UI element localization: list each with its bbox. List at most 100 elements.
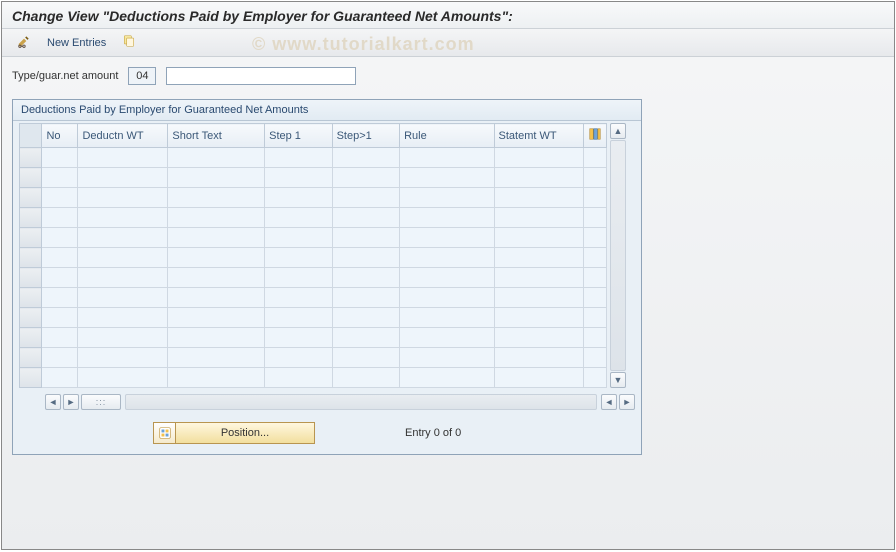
table-row[interactable] [20,168,607,188]
cell[interactable] [584,248,607,268]
scroll-right-button-1[interactable]: ► [63,394,79,410]
row-selector[interactable] [20,168,42,188]
table-row[interactable] [20,348,607,368]
row-selector[interactable] [20,348,42,368]
row-selector[interactable] [20,248,42,268]
cell[interactable] [332,348,399,368]
cell[interactable] [42,348,78,368]
table-row[interactable] [20,368,607,388]
table-row[interactable] [20,288,607,308]
cell[interactable] [168,228,265,248]
toggle-edit-button[interactable] [12,31,36,54]
row-selector[interactable] [20,308,42,328]
deductions-table[interactable]: No Deductn WT Short Text Step 1 Step>1 R… [19,123,607,388]
table-row[interactable] [20,248,607,268]
cell[interactable] [78,188,168,208]
col-no[interactable]: No [42,124,78,148]
cell[interactable] [332,168,399,188]
cell[interactable] [42,368,78,388]
col-config-button[interactable] [584,124,607,148]
cell[interactable] [494,368,584,388]
cell[interactable] [400,148,494,168]
scroll-track-vertical[interactable] [610,140,626,371]
table-row[interactable] [20,208,607,228]
cell[interactable] [78,328,168,348]
position-button[interactable]: Position... [175,422,315,444]
row-selector[interactable] [20,268,42,288]
cell[interactable] [494,268,584,288]
scroll-left-button-2[interactable]: ◄ [601,394,617,410]
cell[interactable] [42,248,78,268]
cell[interactable] [494,208,584,228]
cell[interactable] [168,148,265,168]
cell[interactable] [265,368,332,388]
cell[interactable] [584,308,607,328]
cell[interactable] [265,268,332,288]
scroll-thumb-horizontal[interactable]: ::: [81,394,121,410]
row-selector[interactable] [20,208,42,228]
row-selector[interactable] [20,368,42,388]
cell[interactable] [78,288,168,308]
cell[interactable] [494,188,584,208]
cell[interactable] [332,288,399,308]
cell[interactable] [584,288,607,308]
row-selector[interactable] [20,228,42,248]
col-select-all[interactable] [20,124,42,148]
scroll-left-button[interactable]: ◄ [45,394,61,410]
new-entries-button[interactable]: New Entries [42,34,111,52]
cell[interactable] [78,308,168,328]
cell[interactable] [168,248,265,268]
cell[interactable] [584,348,607,368]
table-row[interactable] [20,268,607,288]
col-statemt-wt[interactable]: Statemt WT [494,124,584,148]
copy-button[interactable] [117,31,141,54]
cell[interactable] [332,268,399,288]
cell[interactable] [494,168,584,188]
cell[interactable] [400,348,494,368]
cell[interactable] [42,328,78,348]
cell[interactable] [494,148,584,168]
cell[interactable] [400,208,494,228]
cell[interactable] [584,268,607,288]
cell[interactable] [168,208,265,228]
row-selector[interactable] [20,288,42,308]
col-step-gt1[interactable]: Step>1 [332,124,399,148]
cell[interactable] [265,208,332,228]
cell[interactable] [400,268,494,288]
cell[interactable] [265,328,332,348]
cell[interactable] [494,288,584,308]
cell[interactable] [584,148,607,168]
cell[interactable] [78,248,168,268]
cell[interactable] [584,208,607,228]
cell[interactable] [400,288,494,308]
cell[interactable] [42,308,78,328]
cell[interactable] [332,188,399,208]
cell[interactable] [332,248,399,268]
scroll-down-button[interactable]: ▼ [610,372,626,388]
cell[interactable] [78,228,168,248]
type-guar-text-input[interactable] [166,67,356,85]
cell[interactable] [332,368,399,388]
cell[interactable] [332,228,399,248]
cell[interactable] [400,368,494,388]
cell[interactable] [494,348,584,368]
cell[interactable] [78,368,168,388]
cell[interactable] [78,148,168,168]
cell[interactable] [584,228,607,248]
cell[interactable] [584,168,607,188]
table-row[interactable] [20,228,607,248]
cell[interactable] [332,308,399,328]
cell[interactable] [42,148,78,168]
cell[interactable] [265,148,332,168]
row-selector[interactable] [20,148,42,168]
scroll-track-horizontal[interactable] [125,394,597,410]
cell[interactable] [494,228,584,248]
cell[interactable] [42,168,78,188]
cell[interactable] [42,288,78,308]
cell[interactable] [400,228,494,248]
cell[interactable] [332,208,399,228]
cell[interactable] [168,368,265,388]
cell[interactable] [494,308,584,328]
horizontal-scrollbar[interactable]: ◄ ► ::: ◄ ► [13,392,641,416]
cell[interactable] [168,168,265,188]
